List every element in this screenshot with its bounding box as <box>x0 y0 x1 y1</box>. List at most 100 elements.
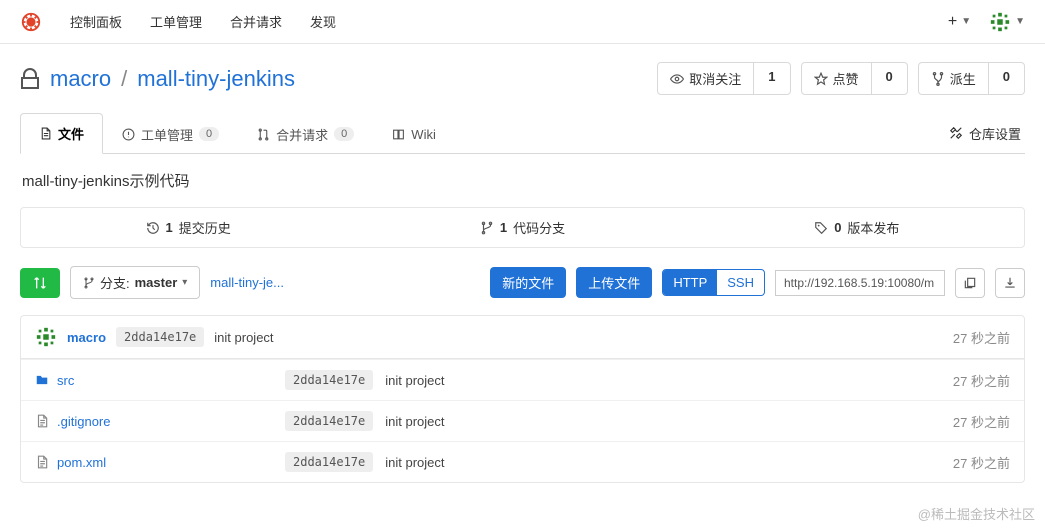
tab-pulls[interactable]: 合并请求 0 <box>238 113 373 154</box>
branch-icon <box>480 221 494 235</box>
file-row: .gitignore 2dda14e17e init project 27 秒之前 <box>21 400 1024 441</box>
star-group: 点赞 0 <box>801 62 908 95</box>
file-name-link[interactable]: src <box>57 373 74 388</box>
file-toolbar: 分支: master ▾ mall-tiny-je... 新的文件 上传文件 H… <box>20 266 1025 299</box>
caret-down-icon: ▼ <box>961 16 971 27</box>
file-commit-message: init project <box>385 414 444 429</box>
top-nav: 控制面板 工单管理 合并请求 发现 + ▼ ▼ <box>0 0 1045 44</box>
new-file-button[interactable]: 新的文件 <box>490 267 566 298</box>
file-name-link[interactable]: .gitignore <box>57 414 110 429</box>
repo-name-link[interactable]: mall-tiny-jenkins <box>137 66 295 92</box>
user-menu[interactable]: ▼ <box>989 11 1025 33</box>
file-name-cell: .gitignore <box>35 414 285 429</box>
tab-files-label: 文件 <box>58 124 84 143</box>
file-commit-cell: 2dda14e17e init project <box>285 452 953 472</box>
file-commit-time: 27 秒之前 <box>953 412 1010 431</box>
watermark: @稀土掘金技术社区 <box>918 504 1035 523</box>
nav-explore[interactable]: 发现 <box>310 12 336 31</box>
file-name-cell: src <box>35 373 285 388</box>
fork-count[interactable]: 0 <box>988 63 1024 94</box>
tab-settings-label: 仓库设置 <box>969 124 1021 143</box>
file-row: src2dda14e17einit project27 秒之前 <box>21 359 1024 400</box>
caret-down-icon: ▾ <box>182 277 187 288</box>
tab-issues-count: 0 <box>199 127 219 141</box>
avatar-icon <box>989 11 1011 33</box>
nav-dashboard[interactable]: 控制面板 <box>70 12 122 31</box>
file-commit-cell: 2dda14e17e init project <box>285 411 953 431</box>
star-label: 点赞 <box>833 69 859 88</box>
repo-tabs-left: 文件 工单管理 0 合并请求 0 Wiki <box>20 113 455 153</box>
file-commit-time: 27 秒之前 <box>953 371 1010 390</box>
stat-commits[interactable]: 1 提交历史 <box>21 208 355 247</box>
branch-selector[interactable]: 分支: master ▾ <box>70 266 200 299</box>
file-name-cell: pom.xml <box>35 455 285 470</box>
copy-url-button[interactable] <box>955 268 985 298</box>
tab-settings[interactable]: 仓库设置 <box>945 114 1025 153</box>
stat-branches-label: 代码分支 <box>513 218 565 237</box>
tab-issues[interactable]: 工单管理 0 <box>103 113 238 154</box>
stats-bar: 1 提交历史 1 代码分支 0 版本发布 <box>20 207 1025 248</box>
file-commit-sha[interactable]: 2dda14e17e <box>285 370 373 390</box>
tab-wiki[interactable]: Wiki <box>373 113 455 154</box>
lock-icon <box>20 68 40 90</box>
caret-down-icon: ▼ <box>1015 16 1025 27</box>
history-icon <box>146 221 160 235</box>
file-commit-sha[interactable]: 2dda14e17e <box>285 452 373 472</box>
stat-releases[interactable]: 0 版本发布 <box>690 208 1024 247</box>
watch-count[interactable]: 1 <box>753 63 789 94</box>
nav-issues[interactable]: 工单管理 <box>150 12 202 31</box>
star-button[interactable]: 点赞 <box>802 63 871 94</box>
main-container: macro / mall-tiny-jenkins 取消关注 1 点赞 0 <box>0 44 1045 483</box>
stat-commits-label: 提交历史 <box>179 218 231 237</box>
commit-message: init project <box>214 330 273 345</box>
latest-commit-bar: macro 2dda14e17e init project 27 秒之前 <box>20 315 1025 359</box>
repo-tabs: 文件 工单管理 0 合并请求 0 Wiki 仓库设置 <box>20 113 1025 154</box>
alert-icon <box>122 128 135 141</box>
stat-branches-count: 1 <box>500 220 507 235</box>
book-icon <box>392 128 405 141</box>
eye-icon <box>670 72 684 86</box>
download-button[interactable] <box>995 268 1025 298</box>
file-name-link[interactable]: pom.xml <box>57 455 106 470</box>
protocol-http[interactable]: HTTP <box>663 270 717 295</box>
branch-icon <box>83 277 95 289</box>
path-separator: / <box>121 66 127 92</box>
create-dropdown[interactable]: + ▼ <box>948 13 971 31</box>
branch-prefix: 分支: <box>100 273 130 292</box>
tab-pulls-label: 合并请求 <box>276 125 328 144</box>
file-row: pom.xml 2dda14e17e init project 27 秒之前 <box>21 441 1024 482</box>
file-icon <box>39 127 52 140</box>
commit-author-link[interactable]: macro <box>67 330 106 345</box>
star-count[interactable]: 0 <box>871 63 907 94</box>
fork-group: 派生 0 <box>918 62 1025 95</box>
stat-releases-label: 版本发布 <box>847 218 899 237</box>
fork-icon <box>931 72 945 86</box>
file-commit-message: init project <box>385 455 444 470</box>
file-commit-time: 27 秒之前 <box>953 453 1010 472</box>
stat-branches[interactable]: 1 代码分支 <box>355 208 689 247</box>
compare-button[interactable] <box>20 268 60 298</box>
star-icon <box>814 72 828 86</box>
fork-label: 派生 <box>950 69 976 88</box>
upload-file-button[interactable]: 上传文件 <box>576 267 652 298</box>
file-table: src2dda14e17einit project27 秒之前.gitignor… <box>20 359 1025 483</box>
repo-owner-link[interactable]: macro <box>50 66 111 92</box>
commit-sha[interactable]: 2dda14e17e <box>116 327 204 347</box>
folder-icon <box>35 373 49 387</box>
brand-logo-icon[interactable] <box>20 11 42 33</box>
protocol-ssh[interactable]: SSH <box>717 270 764 295</box>
tab-files[interactable]: 文件 <box>20 113 103 154</box>
nav-pulls[interactable]: 合并请求 <box>230 12 282 31</box>
watch-group: 取消关注 1 <box>657 62 790 95</box>
pull-request-icon <box>257 128 270 141</box>
breadcrumb-root[interactable]: mall-tiny-je... <box>210 275 284 290</box>
tag-icon <box>814 221 828 235</box>
tools-icon <box>949 126 963 140</box>
stat-releases-count: 0 <box>834 220 841 235</box>
clone-url-input[interactable] <box>775 270 945 296</box>
file-icon <box>35 414 49 428</box>
plus-icon: + <box>948 13 957 31</box>
file-commit-sha[interactable]: 2dda14e17e <box>285 411 373 431</box>
unwatch-button[interactable]: 取消关注 <box>658 63 753 94</box>
fork-button[interactable]: 派生 <box>919 63 988 94</box>
